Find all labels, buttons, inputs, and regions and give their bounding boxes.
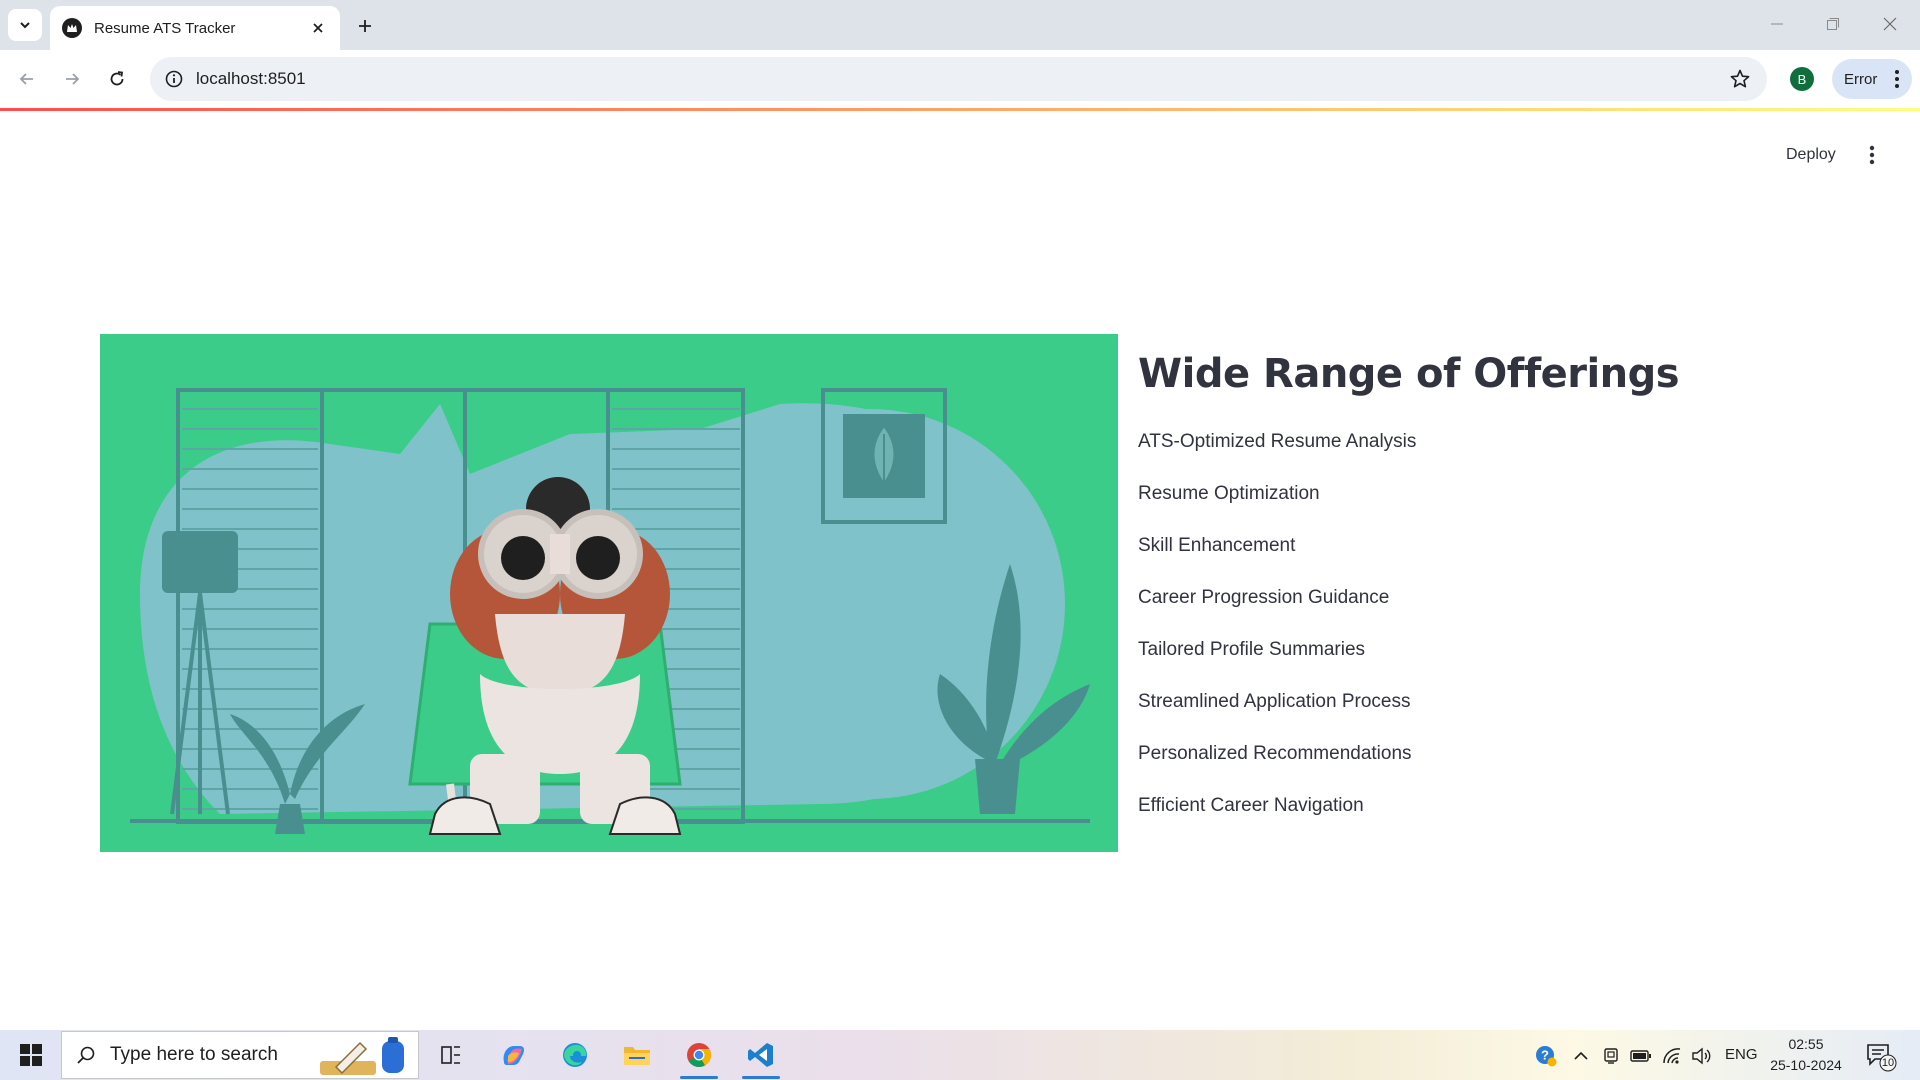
folder-icon xyxy=(624,1047,650,1065)
close-icon xyxy=(1883,17,1897,31)
reload-icon xyxy=(110,71,124,86)
back-button[interactable] xyxy=(11,63,43,95)
plus-icon xyxy=(359,20,371,32)
svg-text:?: ? xyxy=(1541,1048,1549,1063)
task-view-icon xyxy=(441,1046,460,1064)
minimize-button[interactable] xyxy=(1757,8,1797,40)
input-language[interactable]: ENG xyxy=(1725,1046,1758,1063)
list-item: Efficient Career Navigation xyxy=(1138,795,1364,816)
list-item: Personalized Recommendations xyxy=(1138,743,1412,764)
edge-icon xyxy=(563,1043,587,1067)
more-vertical-icon xyxy=(1869,145,1875,165)
browser-toolbar: localhost:8501 B Error xyxy=(0,50,1920,108)
vscode-button[interactable] xyxy=(738,1035,784,1079)
battery-button[interactable] xyxy=(1630,1045,1652,1067)
chevron-up-icon xyxy=(1574,1051,1588,1060)
help-icon: ? xyxy=(1536,1046,1557,1067)
deploy-button[interactable]: Deploy xyxy=(1772,140,1850,170)
browser-tab[interactable]: Resume ATS Tracker xyxy=(50,6,340,50)
page-title: Wide Range of Offerings xyxy=(1138,351,1680,397)
reload-button[interactable] xyxy=(101,63,133,95)
copilot-icon xyxy=(503,1046,524,1065)
speaker-icon xyxy=(1692,1047,1711,1065)
list-item: Resume Optimization xyxy=(1138,483,1320,504)
network-button[interactable] xyxy=(1661,1045,1683,1067)
meet-now-button[interactable] xyxy=(1600,1045,1622,1067)
taskbar: Type here to search ? ENG 02:55 25-10-20… xyxy=(0,1030,1920,1080)
file-explorer-button[interactable] xyxy=(614,1035,660,1075)
hero-illustration xyxy=(100,334,1118,852)
show-hidden-icons-button[interactable] xyxy=(1570,1045,1592,1067)
list-item: Skill Enhancement xyxy=(1138,535,1296,556)
search-icon xyxy=(77,1046,95,1064)
new-tab-button[interactable] xyxy=(350,12,380,40)
notification-count-badge: 10 xyxy=(1881,1057,1895,1069)
tab-bar: Resume ATS Tracker xyxy=(0,0,1920,50)
list-item: ATS-Optimized Resume Analysis xyxy=(1138,431,1417,452)
forward-button[interactable] xyxy=(56,63,88,95)
clock-date: 25-10-2024 xyxy=(1770,1057,1842,1073)
arrow-right-icon xyxy=(66,73,80,85)
header-decoration-bar xyxy=(0,108,1920,111)
address-bar[interactable]: localhost:8501 xyxy=(150,57,1767,101)
site-info-icon[interactable] xyxy=(164,69,184,89)
list-item: Career Progression Guidance xyxy=(1138,587,1390,608)
vscode-icon xyxy=(748,1043,773,1067)
list-item: Streamlined Application Process xyxy=(1138,691,1411,712)
search-highlight-icon xyxy=(320,1037,404,1075)
windows-logo-icon xyxy=(20,1044,42,1066)
edge-button[interactable] xyxy=(552,1035,598,1075)
task-view-button[interactable] xyxy=(428,1035,474,1075)
help-button[interactable]: ? xyxy=(1535,1045,1557,1067)
arrow-left-icon xyxy=(19,73,33,85)
notification-center-button[interactable]: 10 xyxy=(1864,1040,1898,1072)
wifi-icon xyxy=(1663,1048,1681,1064)
start-button[interactable] xyxy=(8,1030,54,1080)
offerings-list: ATS-Optimized Resume Analysis Resume Opt… xyxy=(1138,416,1838,832)
offerings-section: Wide Range of Offerings ATS-Optimized Re… xyxy=(1138,352,1838,832)
minimize-icon xyxy=(1771,23,1783,25)
taskbar-search-placeholder: Type here to search xyxy=(110,1044,278,1065)
clock-time: 02:55 xyxy=(1788,1036,1824,1052)
error-label: Error xyxy=(1844,70,1878,88)
chevron-down-icon xyxy=(20,22,30,29)
main-menu-button[interactable] xyxy=(1856,140,1888,170)
list-item: Tailored Profile Summaries xyxy=(1138,639,1366,660)
chrome-button[interactable] xyxy=(676,1035,722,1079)
taskbar-clock[interactable]: 02:55 25-10-2024 xyxy=(1768,1034,1844,1076)
tab-title: Resume ATS Tracker xyxy=(94,19,236,37)
profile-avatar[interactable]: B xyxy=(1790,67,1814,91)
more-vertical-icon xyxy=(1895,70,1899,88)
browser-error-button[interactable]: Error xyxy=(1832,59,1912,99)
volume-button[interactable] xyxy=(1690,1045,1712,1067)
taskbar-search-box[interactable]: Type here to search xyxy=(61,1031,419,1079)
url-text[interactable]: localhost:8501 xyxy=(196,69,306,89)
streamlit-favicon-icon xyxy=(62,18,82,38)
tab-close-icon[interactable] xyxy=(308,18,328,38)
tab-search-button[interactable] xyxy=(8,9,42,41)
battery-icon xyxy=(1630,1050,1651,1062)
restore-button[interactable] xyxy=(1813,8,1853,40)
restore-icon xyxy=(1827,18,1839,30)
device-icon xyxy=(1604,1048,1618,1064)
close-window-button[interactable] xyxy=(1870,8,1910,40)
copilot-button[interactable] xyxy=(490,1035,536,1075)
bookmark-star-icon[interactable] xyxy=(1729,68,1751,90)
chrome-icon xyxy=(687,1043,712,1068)
